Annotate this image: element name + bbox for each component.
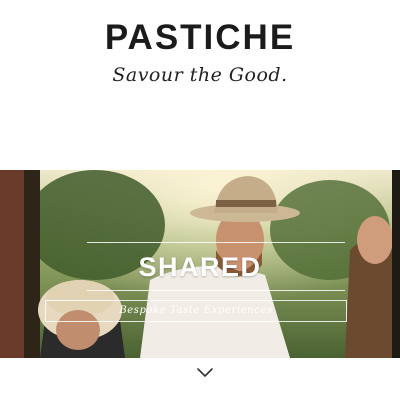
chevron-down-icon[interactable] [196, 365, 214, 379]
hero-banner: SHARED Bespoke Taste Experiences [0, 170, 400, 358]
logo[interactable]: PASTICHE [0, 18, 400, 58]
tagline: Savour the Good. [112, 64, 288, 86]
hero-divider-top [87, 242, 345, 243]
brand-header: PASTICHE Savour the Good. [0, 0, 400, 170]
hero-divider-bottom [87, 290, 345, 291]
hero-title: SHARED [138, 252, 262, 282]
hero-subtitle: Bespoke Taste Experiences [45, 300, 347, 322]
